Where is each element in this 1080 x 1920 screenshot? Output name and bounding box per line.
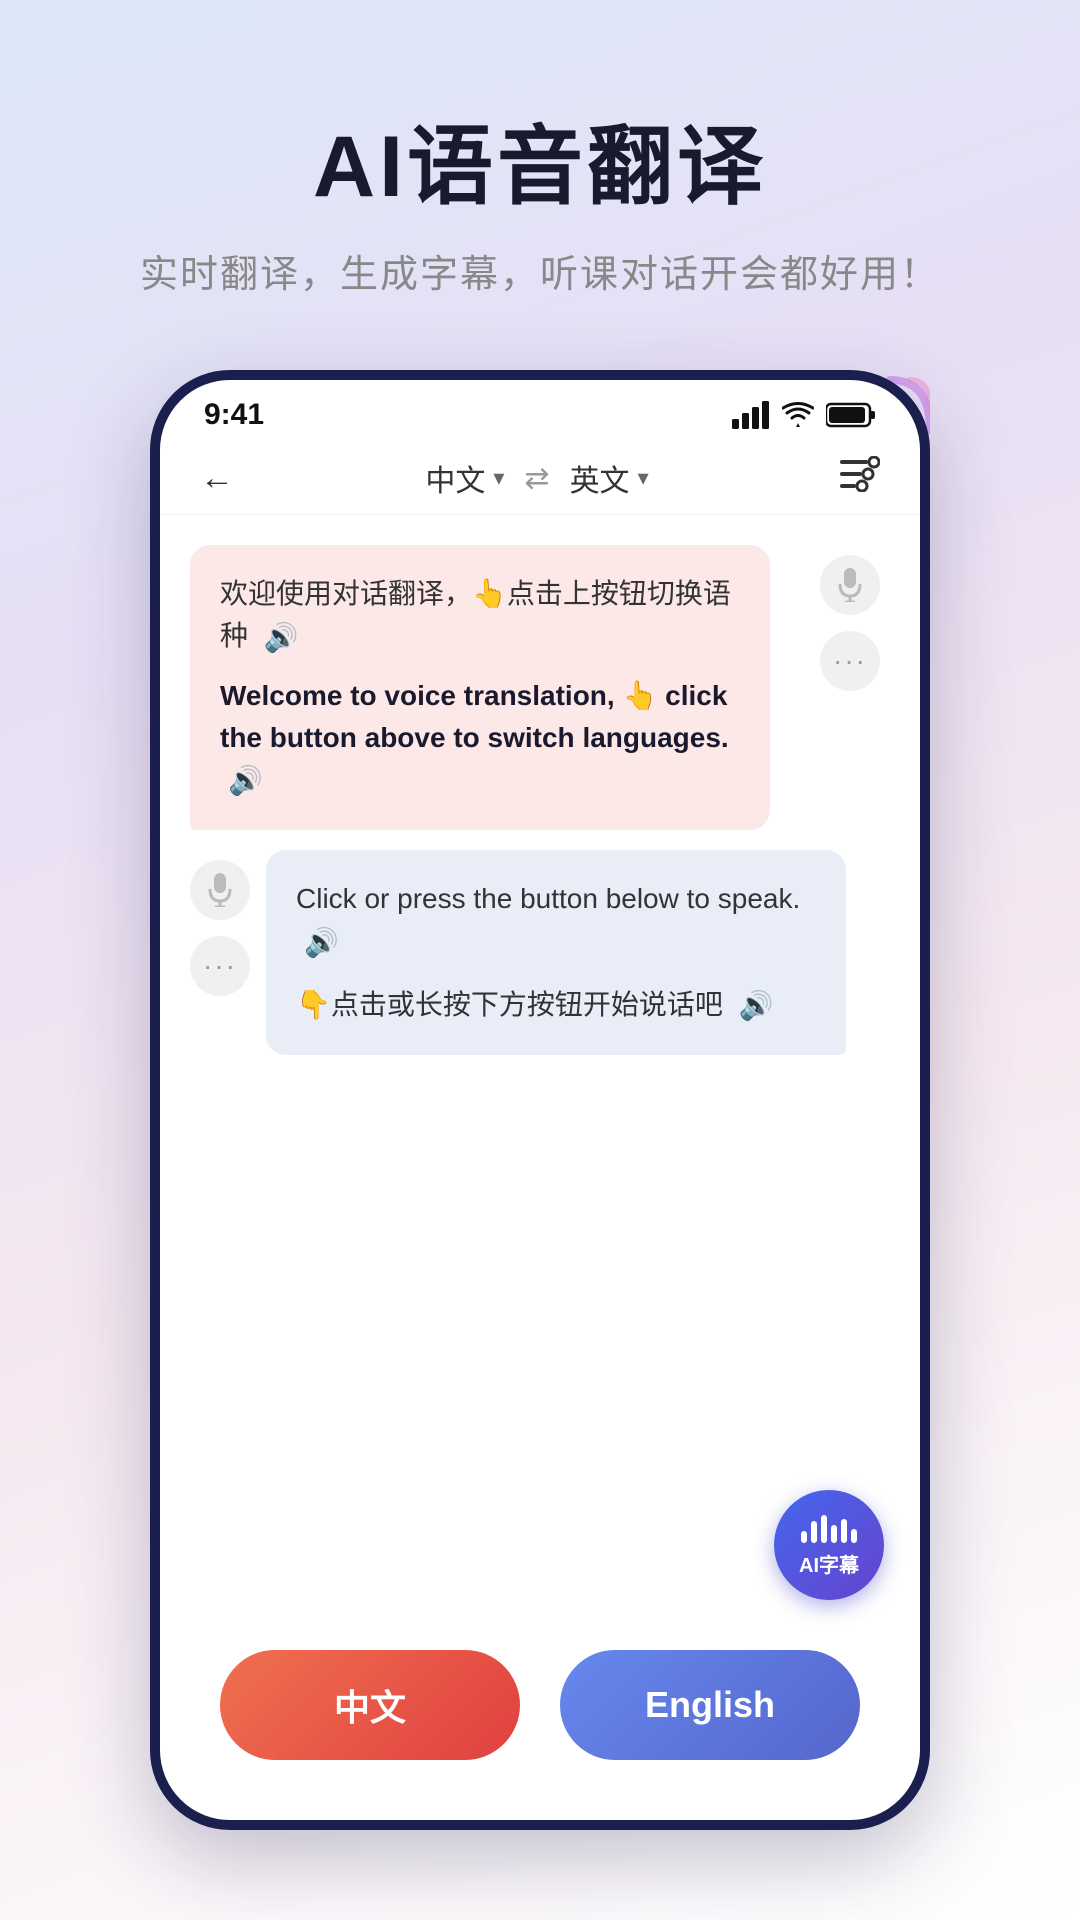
lang-left-button[interactable]: 中文 ▾ xyxy=(425,456,504,500)
sound-en-icon[interactable]: 🔊 xyxy=(228,760,263,802)
page-subtitle: 实时翻译，生成字幕，听课对话开会都好用！ xyxy=(0,243,1080,298)
ai-caption-button[interactable]: AI字幕 xyxy=(774,1490,884,1600)
settings-icon xyxy=(840,456,880,492)
signal-icon xyxy=(732,401,770,429)
battery-icon xyxy=(826,402,876,428)
phone-frame: 9:41 xyxy=(150,370,930,1830)
bubble-en-text: Welcome to voice translation, 👆 click th… xyxy=(220,675,740,803)
page-title: AI语音翻译 xyxy=(0,120,1080,215)
sound-right-cn-icon[interactable]: 🔊 xyxy=(739,990,774,1021)
wifi-icon xyxy=(782,401,814,429)
lang-right-button[interactable]: 英文 ▾ xyxy=(570,456,649,500)
status-time: 9:41 xyxy=(204,398,264,432)
lang-left-label: 中文 xyxy=(425,456,485,500)
nav-bar: ← 中文 ▾ ⇄ 英文 ▾ xyxy=(160,442,920,515)
mic-icon xyxy=(836,568,864,602)
bubble-side-buttons-left: ··· xyxy=(190,860,250,996)
ai-caption-label: AI字幕 xyxy=(799,1549,859,1578)
phone-mockup: 9:41 xyxy=(150,370,930,1830)
swap-languages-button[interactable]: ⇄ xyxy=(524,461,549,496)
lang-right-label: 英文 xyxy=(570,456,630,500)
lang-left-arrow: ▾ xyxy=(493,465,504,491)
chinese-speak-button[interactable]: 中文 xyxy=(220,1650,520,1760)
status-bar: 9:41 xyxy=(160,380,920,442)
sound-cn-icon[interactable]: 🔊 xyxy=(264,617,299,659)
mic-icon-left xyxy=(206,873,234,907)
sound-right-en-icon[interactable]: 🔊 xyxy=(304,927,339,958)
chat-area: 欢迎使用对话翻译，👆点击上按钮切换语种 🔊 Welcome to voice t… xyxy=(160,515,920,1085)
bubble-right: Click or press the button below to speak… xyxy=(266,850,846,1055)
status-icons xyxy=(732,401,876,429)
mic-button-left[interactable] xyxy=(190,860,250,920)
bubble-right-en-text: Click or press the button below to speak… xyxy=(296,878,816,964)
nav-center: 中文 ▾ ⇄ 英文 ▾ xyxy=(425,456,648,500)
bubble-right-cn-text: 👇点击或长按下方按钮开始说话吧 🔊 xyxy=(296,984,816,1028)
bubble-cn-text: 欢迎使用对话翻译，👆点击上按钮切换语种 🔊 xyxy=(220,573,740,659)
mic-button-right[interactable] xyxy=(820,555,880,615)
bubble-side-buttons: ··· xyxy=(820,555,880,691)
back-button[interactable]: ← xyxy=(200,459,234,498)
lang-right-arrow: ▾ xyxy=(638,465,649,491)
chinese-button-label: 中文 xyxy=(334,1679,406,1731)
bubble-right-wrapper: ··· Click or press the button below to s… xyxy=(190,850,890,1055)
more-button-left[interactable]: ··· xyxy=(190,936,250,996)
bottom-buttons: 中文 English xyxy=(160,1650,920,1760)
more-button-right[interactable]: ··· xyxy=(820,631,880,691)
english-speak-button[interactable]: English xyxy=(560,1650,860,1760)
waveform-icon xyxy=(801,1513,857,1543)
settings-button[interactable] xyxy=(840,456,880,500)
bubble-left: 欢迎使用对话翻译，👆点击上按钮切换语种 🔊 Welcome to voice t… xyxy=(190,545,770,830)
english-button-label: English xyxy=(645,1684,775,1726)
